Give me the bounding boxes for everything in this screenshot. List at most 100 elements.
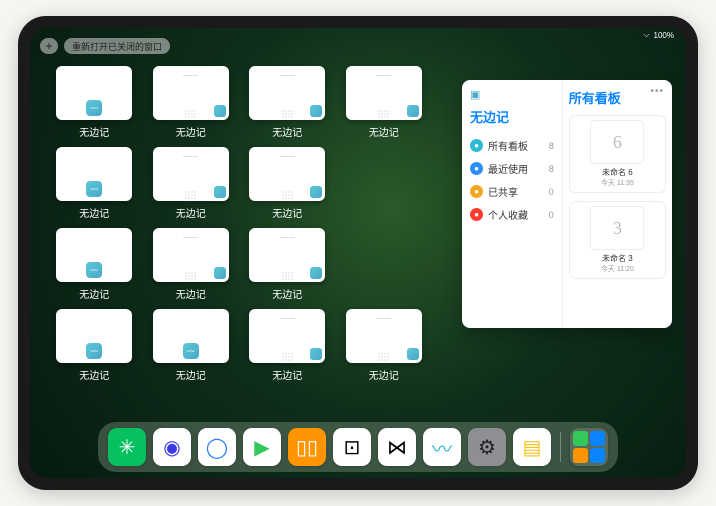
sidebar-toggle-icon[interactable]: ▣ xyxy=(470,88,554,101)
window-thumbnail[interactable]: 无边记 xyxy=(247,147,328,220)
ipad-frame: ⌵ 100% + 重新打开已关闭的窗口 〰无边记无边记无边记无边记〰无边记无边记… xyxy=(18,16,698,490)
sidebar-item[interactable]: ● 所有看板 8 xyxy=(470,134,554,157)
freeform-icon xyxy=(407,348,419,360)
window-label: 无边记 xyxy=(79,205,109,220)
window-label: 无边记 xyxy=(79,286,109,301)
window-preview: 〰 xyxy=(56,66,132,120)
sidebar-item[interactable]: ● 已共享 0 xyxy=(470,180,554,203)
dock-app-quark-hd[interactable]: ◉ xyxy=(153,428,191,466)
dock-app-wechat[interactable]: ✳ xyxy=(108,428,146,466)
dock: ✳◉◯▶▯▯⊡⋈〰⚙▤ xyxy=(98,422,618,472)
sidebar-item-label: 个人收藏 xyxy=(488,207,528,222)
freeform-icon: 〰 xyxy=(86,181,102,197)
freeform-icon: 〰 xyxy=(86,262,102,278)
window-preview xyxy=(153,66,229,120)
freeform-icon: 〰 xyxy=(86,100,102,116)
board-card[interactable]: 6 未命名 6今天 11:35 xyxy=(569,115,666,193)
window-preview xyxy=(346,309,422,363)
freeform-icon xyxy=(310,105,322,117)
dock-app-connect[interactable]: ⋈ xyxy=(378,428,416,466)
app-preview-panel: ••• ▣ 无边记 ●所有看板8●最近使用8●已共享0●个人收藏0 所有看板 6… xyxy=(462,80,672,328)
window-thumbnail[interactable]: 〰无边记 xyxy=(54,66,135,139)
window-label: 无边记 xyxy=(176,367,206,382)
board-card[interactable]: 3未命名 3今天 11:20 xyxy=(569,201,666,279)
more-icon[interactable]: ••• xyxy=(650,86,664,97)
sidebar-item-count: 8 xyxy=(549,164,554,174)
window-preview xyxy=(249,309,325,363)
window-preview xyxy=(346,66,422,120)
status-bar: ⌵ 100% xyxy=(643,30,674,40)
window-thumbnail[interactable]: 无边记 xyxy=(151,147,232,220)
window-preview xyxy=(153,228,229,282)
dock-separator xyxy=(560,432,561,462)
new-window-button[interactable]: + xyxy=(40,38,58,54)
window-thumbnail[interactable]: 无边记 xyxy=(247,228,328,301)
screen: ⌵ 100% + 重新打开已关闭的窗口 〰无边记无边记无边记无边记〰无边记无边记… xyxy=(30,28,686,478)
window-label: 无边记 xyxy=(272,367,302,382)
board-preview: 6 xyxy=(590,120,644,164)
boards-list: 6未命名 6今天 11:353未命名 3今天 11:20 xyxy=(569,115,666,279)
sidebar-item-icon: ● xyxy=(470,208,483,221)
window-label: 无边记 xyxy=(369,367,399,382)
dock-app-notes[interactable]: ▤ xyxy=(513,428,551,466)
window-thumbnail[interactable]: 无边记 xyxy=(151,66,232,139)
window-preview: 〰 xyxy=(153,309,229,363)
window-thumbnail[interactable]: 无边记 xyxy=(344,66,425,139)
window-label: 无边记 xyxy=(272,124,302,139)
window-label: 无边记 xyxy=(272,205,302,220)
window-label: 无边记 xyxy=(79,367,109,382)
panel-title: 无边记 xyxy=(470,107,554,126)
window-thumbnail[interactable]: 无边记 xyxy=(344,309,425,382)
freeform-icon xyxy=(214,105,226,117)
sidebar-item-count: 0 xyxy=(549,187,554,197)
dock-app-dice[interactable]: ⊡ xyxy=(333,428,371,466)
window-thumbnail[interactable]: 无边记 xyxy=(151,228,232,301)
sidebar-item-icon: ● xyxy=(470,162,483,175)
sidebar-item-label: 所有看板 xyxy=(488,138,528,153)
board-time: 今天 11:35 xyxy=(601,178,634,188)
panel-sidebar: ▣ 无边记 ●所有看板8●最近使用8●已共享0●个人收藏0 xyxy=(462,80,563,328)
dock-recents-folder[interactable] xyxy=(570,428,608,466)
window-thumbnail[interactable]: 〰无边记 xyxy=(54,147,135,220)
window-thumbnail[interactable]: 无边记 xyxy=(247,66,328,139)
panel-content: 所有看板 6未命名 6今天 11:353未命名 3今天 11:20 xyxy=(563,80,672,328)
window-preview: 〰 xyxy=(56,309,132,363)
board-time: 今天 11:20 xyxy=(601,264,634,274)
dock-app-books[interactable]: ▯▯ xyxy=(288,428,326,466)
freeform-icon xyxy=(214,186,226,198)
freeform-icon: 〰 xyxy=(183,343,199,359)
board-preview: 3 xyxy=(590,206,644,250)
window-thumbnail[interactable]: 〰无边记 xyxy=(54,228,135,301)
dock-app-settings[interactable]: ⚙ xyxy=(468,428,506,466)
window-label: 无边记 xyxy=(176,286,206,301)
sidebar-item-count: 0 xyxy=(549,210,554,220)
top-toolbar: + 重新打开已关闭的窗口 xyxy=(40,38,170,54)
window-label: 无边记 xyxy=(272,286,302,301)
sidebar-item-label: 已共享 xyxy=(488,184,518,199)
sidebar-item[interactable]: ●最近使用8 xyxy=(470,157,554,180)
window-preview: 〰 xyxy=(56,147,132,201)
window-preview xyxy=(249,147,325,201)
freeform-icon xyxy=(214,267,226,279)
dock-app-media[interactable]: ▶ xyxy=(243,428,281,466)
freeform-icon: 〰 xyxy=(86,343,102,359)
window-label: 无边记 xyxy=(79,124,109,139)
reopen-closed-window-button[interactable]: 重新打开已关闭的窗口 xyxy=(64,38,170,54)
sidebar-item-icon: ● xyxy=(470,139,483,152)
window-thumbnail[interactable]: 〰无边记 xyxy=(54,309,135,382)
window-preview xyxy=(249,66,325,120)
dock-app-freeform[interactable]: 〰 xyxy=(423,428,461,466)
freeform-icon xyxy=(310,267,322,279)
sidebar-item[interactable]: ● 个人收藏 0 xyxy=(470,203,554,226)
freeform-icon xyxy=(407,105,419,117)
sidebar-item-count: 8 xyxy=(549,141,554,151)
window-thumbnail[interactable]: 〰无边记 xyxy=(151,309,232,382)
sidebar-item-icon: ● xyxy=(470,185,483,198)
window-switcher-grid: 〰无边记无边记无边记无边记〰无边记无边记无边记〰无边记无边记无边记〰无边记〰无边… xyxy=(54,66,424,382)
board-name: 未命名 6 xyxy=(602,167,633,178)
dock-app-quark[interactable]: ◯ xyxy=(198,428,236,466)
battery-label: 100% xyxy=(654,31,674,40)
sidebar-list: ●所有看板8●最近使用8●已共享0●个人收藏0 xyxy=(470,134,554,226)
window-preview: 〰 xyxy=(56,228,132,282)
window-thumbnail[interactable]: 无边记 xyxy=(247,309,328,382)
